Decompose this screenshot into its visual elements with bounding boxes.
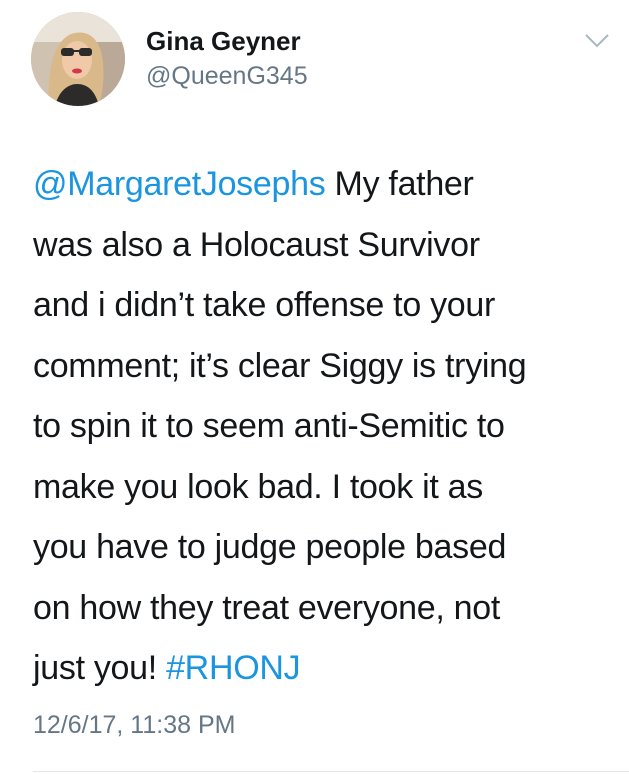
mention-link[interactable]: @MargaretJosephs xyxy=(33,165,326,203)
tweet-text-line: was also a Holocaust Survivor xyxy=(33,225,480,264)
hashtag-link[interactable]: #RHONJ xyxy=(166,649,301,687)
tweet-text-line: make you look bad. I took it as xyxy=(33,467,483,506)
tweet-text-line: and i didn’t take offense to your xyxy=(33,286,496,324)
chevron-down-icon[interactable] xyxy=(584,32,610,50)
author-display-name[interactable]: Gina Geyner xyxy=(146,26,301,57)
author-handle[interactable]: @QueenG345 xyxy=(146,62,308,91)
tweet-text-line: comment; it’s clear Siggy is trying xyxy=(33,346,527,385)
avatar[interactable] xyxy=(31,12,125,106)
tweet-text-segment: just you! xyxy=(33,649,167,687)
divider xyxy=(33,771,629,772)
tweet-card: Gina Geyner @QueenG345 @MargaretJosephs … xyxy=(0,0,629,774)
tweet-text-line: you have to judge people based xyxy=(33,528,507,566)
tweet-text: @MargaretJosephs My father was also a Ho… xyxy=(33,154,608,699)
tweet-text-line: @MargaretJosephs My father xyxy=(33,154,608,215)
avatar-photo xyxy=(31,12,125,106)
tweet-text-segment: My father xyxy=(325,165,474,203)
tweet-text-line: just you! #RHONJ xyxy=(33,638,608,699)
tweet-text-line: on how they treat everyone, not xyxy=(33,588,500,627)
tweet-timestamp[interactable]: 12/6/17, 11:38 PM xyxy=(33,711,235,740)
tweet-text-line: to spin it to seem anti-Semitic to xyxy=(33,407,505,445)
